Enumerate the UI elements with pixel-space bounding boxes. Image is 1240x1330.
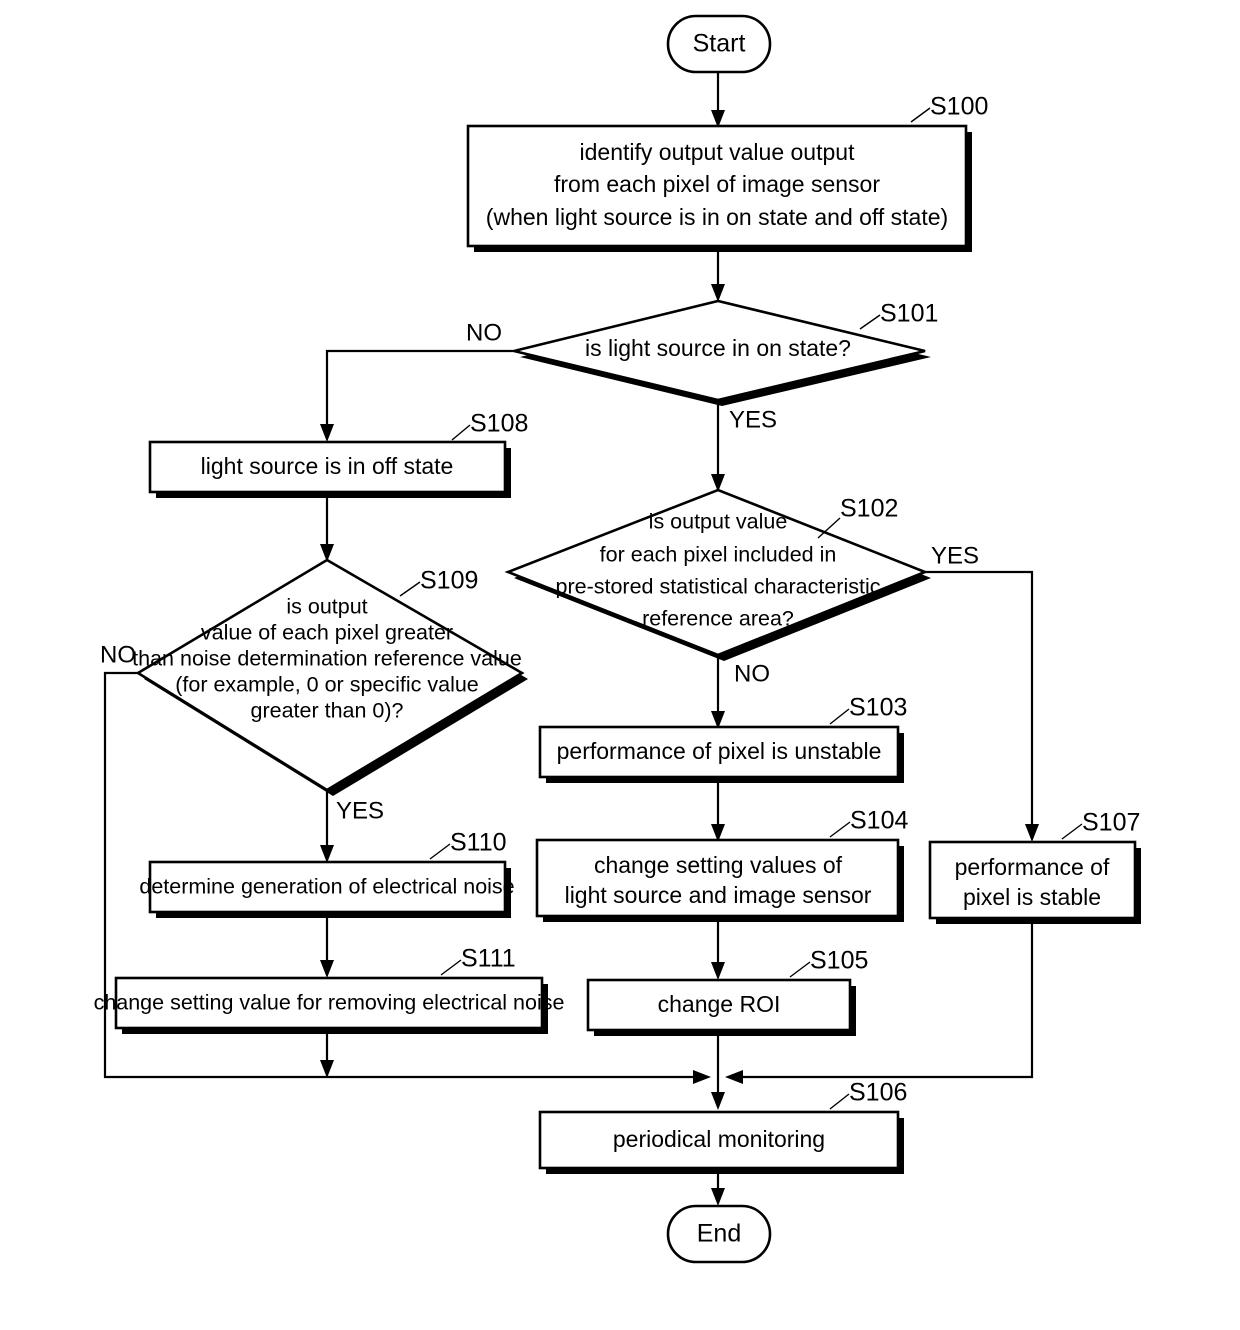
arrowhead-merge-left: [693, 1070, 711, 1084]
arrowhead-s109-yes-to-s110: [320, 845, 334, 863]
s102-yes-label: YES: [931, 542, 979, 569]
flowchart-diagram: Start identify output value output from …: [94, 14, 1141, 1264]
s110-line-1: determine generation of electrical noise: [139, 875, 514, 899]
s109-no-label: NO: [100, 641, 136, 668]
s100-line-2: from each pixel of image sensor: [554, 171, 880, 197]
node-s111: change setting value for removing electr…: [94, 945, 565, 1034]
node-s104: change setting values of light source an…: [535, 807, 908, 922]
s106-ref-label: S106: [849, 1079, 907, 1107]
s101-ref-leader: [859, 314, 881, 330]
s105-line-1: change ROI: [658, 991, 781, 1017]
s109-ref-leader: [399, 581, 421, 597]
s110-ref-leader: [429, 843, 451, 860]
node-s100: identify output value output from each p…: [466, 93, 988, 252]
node-s105: change ROI S105: [586, 947, 868, 1036]
s101-yes-label: YES: [729, 406, 777, 433]
s102-line-4: reference area?: [642, 607, 794, 631]
arrowhead-s104-to-s105: [711, 962, 725, 980]
node-end: End: [666, 1204, 772, 1264]
s105-ref-leader: [789, 961, 811, 978]
s101-ref-label: S101: [880, 300, 938, 328]
connector-s102-yes-to-s107: [925, 570, 1034, 832]
node-s103: performance of pixel is unstable S103: [538, 694, 907, 783]
node-s102: is output value for each pixel included …: [504, 488, 979, 687]
s102-line-3: pre-stored statistical characteristic: [556, 575, 881, 599]
s109-ref-label: S109: [420, 567, 478, 595]
s110-ref-label: S110: [450, 829, 507, 857]
s107-line-1: performance of: [955, 854, 1110, 880]
s100-ref-label: S100: [930, 93, 988, 121]
s109-line-3: than noise determination reference value: [132, 647, 522, 671]
s101-no-label: NO: [466, 319, 502, 346]
s103-ref-label: S103: [849, 694, 907, 722]
s104-line-1: change setting values of: [594, 852, 843, 878]
s102-ref-label: S102: [840, 495, 898, 523]
s106-ref-leader: [829, 1093, 850, 1110]
s108-ref-label: S108: [470, 410, 528, 438]
s100-ref-leader: [910, 107, 931, 123]
node-s108: light source is in off state S108: [148, 410, 528, 498]
s101-line-1: is light source in on state?: [585, 335, 851, 361]
s107-line-2: pixel is stable: [963, 884, 1101, 910]
s108-ref-leader: [451, 424, 471, 441]
s109-line-1: is output: [286, 595, 367, 619]
s103-ref-leader: [829, 708, 850, 725]
s109-line-5: greater than 0)?: [251, 699, 404, 723]
s102-no-label: NO: [734, 660, 770, 687]
s102-line-2: for each pixel included in: [600, 543, 837, 567]
s103-line-1: performance of pixel is unstable: [557, 738, 882, 764]
s111-line-1: change setting value for removing electr…: [94, 991, 565, 1015]
arrowhead-s102-yes-to-s107: [1025, 824, 1039, 842]
s107-ref-label: S107: [1082, 809, 1140, 837]
s100-line-1: identify output value output: [580, 139, 856, 165]
s104-line-2: light source and image sensor: [565, 882, 872, 908]
s111-ref-leader: [440, 959, 462, 976]
arrowhead-s101-no-to-s108: [320, 424, 334, 442]
start-label: Start: [693, 30, 746, 58]
node-s109: is output value of each pixel greater th…: [100, 558, 528, 824]
s109-line-2: value of each pixel greater: [201, 621, 453, 645]
s100-line-3: (when light source is in on state and of…: [486, 204, 948, 230]
arrowhead-s110-to-s111: [320, 960, 334, 978]
arrowhead-s100-to-s101: [711, 284, 725, 302]
s109-line-4: (for example, 0 or specific value: [175, 673, 479, 697]
s109-yes-label: YES: [336, 797, 384, 824]
arrowhead-s105-to-s106: [711, 1092, 725, 1110]
node-start: Start: [666, 14, 772, 74]
s104-ref-leader: [829, 821, 851, 838]
arrowhead-s111-to-merge: [320, 1060, 334, 1078]
s108-line-1: light source is in off state: [201, 453, 454, 479]
arrowhead-s106-to-end: [711, 1188, 725, 1206]
s111-ref-label: S111: [461, 945, 516, 973]
node-s101: is light source in on state? S101 NO YES: [466, 300, 938, 434]
end-label: End: [697, 1220, 741, 1248]
s104-ref-label: S104: [850, 807, 908, 835]
s106-line-1: periodical monitoring: [613, 1126, 825, 1152]
s102-line-1: is output value: [649, 510, 788, 534]
s105-ref-label: S105: [810, 947, 868, 975]
arrowhead-merge-right: [725, 1070, 743, 1084]
s107-ref-leader: [1061, 823, 1083, 840]
